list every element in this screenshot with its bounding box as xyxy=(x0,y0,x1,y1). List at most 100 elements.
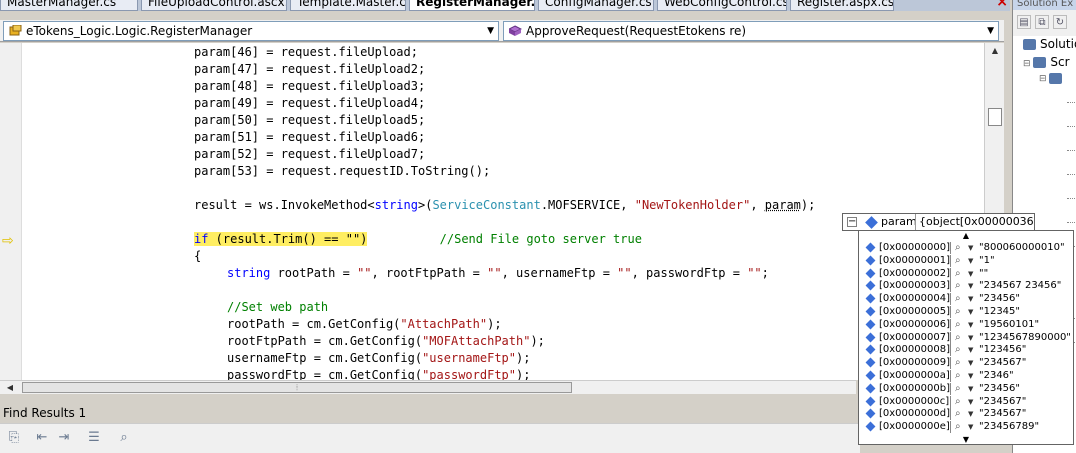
datatip-row[interactable]: [0x00000000] ⌕ ▼ "800060000010" xyxy=(859,242,1073,254)
clear-results-icon[interactable]: ☰ xyxy=(86,430,102,446)
code-area[interactable]: param[46] = request.fileUpload; param[47… xyxy=(23,43,983,380)
scroll-thumb[interactable]: ⦙ xyxy=(22,382,572,393)
properties-icon[interactable]: ▤ xyxy=(1017,15,1031,29)
field-icon xyxy=(865,332,876,343)
visualizer-dropdown-icon[interactable]: ▼ xyxy=(968,319,973,331)
datatip-row[interactable]: [0x0000000a] ⌕ ▼ "2346" xyxy=(859,370,1073,382)
visualizer-magnifier-icon[interactable]: ⌕ xyxy=(955,268,961,280)
solution-toolbar: ▤ ⧉ ↻ xyxy=(1013,10,1076,36)
tab-registermanager[interactable]: RegisterManager.cs* xyxy=(409,0,535,11)
scroll-up-icon[interactable]: ▲ xyxy=(987,43,1003,59)
tab-webconfigcontrol[interactable]: WebConfigControl.cs xyxy=(657,0,787,11)
tab-register-aspx[interactable]: Register.aspx.cs xyxy=(790,0,894,11)
scroll-left-icon[interactable]: ◀ xyxy=(2,380,18,396)
datatip-row[interactable]: [0x00000009] ⌕ ▼ "234567" xyxy=(859,357,1073,370)
datatip-row[interactable]: [0x00000003] ⌕ ▼ "234567 23456" xyxy=(859,280,1073,293)
visualizer-dropdown-icon[interactable]: ▼ xyxy=(968,421,973,433)
highlighted-statement: if (result.Trim() == "") xyxy=(194,232,368,246)
show-all-files-icon[interactable]: ⧉ xyxy=(1035,15,1049,29)
visualizer-magnifier-icon[interactable]: ⌕ xyxy=(955,383,961,395)
visualizer-magnifier-icon[interactable]: ⌕ xyxy=(955,396,961,408)
datatip-list[interactable]: ▲ [0x00000000] ⌕ ▼ "800060000010" [0x0000000… xyxy=(858,230,1074,445)
close-tab-icon[interactable]: × xyxy=(996,0,1008,10)
datatip-row[interactable]: [0x00000002] ⌕ ▼ "" xyxy=(859,267,1073,280)
project-node[interactable]: ⊟ Scr xyxy=(1023,55,1070,69)
visualizer-magnifier-icon[interactable]: ⌕ xyxy=(955,370,961,382)
find-binoculars-icon[interactable]: ⌕ xyxy=(116,430,132,446)
field-icon xyxy=(865,344,876,355)
visualizer-magnifier-icon[interactable]: ⌕ xyxy=(955,421,961,433)
visualizer-dropdown-icon[interactable]: ▼ xyxy=(968,357,973,369)
member-dropdown[interactable]: ApproveRequest(RequestEtokens re) ▼ xyxy=(503,21,999,41)
visualizer-dropdown-icon[interactable]: ▼ xyxy=(968,332,973,344)
datatip-row[interactable]: [0x00000004] ⌕ ▼ "23456" xyxy=(859,293,1073,306)
visualizer-magnifier-icon[interactable]: ⌕ xyxy=(955,319,961,331)
datatip-row[interactable]: [0x00000007] ⌕ ▼ "1234567890000" xyxy=(859,331,1073,344)
visualizer-magnifier-icon[interactable]: ⌕ xyxy=(955,306,961,318)
datatip-row[interactable]: [0x00000008] ⌕ ▼ "123456" xyxy=(859,344,1073,357)
datatip-row[interactable]: [0x0000000b] ⌕ ▼ "23456" xyxy=(859,382,1073,395)
visualizer-dropdown-icon[interactable]: ▼ xyxy=(968,370,973,382)
scroll-down-icon[interactable]: ▼ xyxy=(859,435,1073,444)
visualizer-magnifier-icon[interactable]: ⌕ xyxy=(955,408,961,420)
chevron-down-icon: ▼ xyxy=(487,26,494,36)
visualizer-magnifier-icon[interactable]: ⌕ xyxy=(955,344,961,356)
datatip-row-value: "1" xyxy=(979,254,995,266)
tab-fileuploadcontrol[interactable]: FileUploadControl.ascx.cs xyxy=(141,0,287,11)
code-token: >( xyxy=(417,198,433,212)
class-dropdown[interactable]: eTokens_Logic.Logic.RegisterManager ▼ xyxy=(3,21,499,41)
visualizer-dropdown-icon[interactable]: ▼ xyxy=(968,255,973,267)
code-editor[interactable]: ⇨ param[46] = request.fileUpload; param[… xyxy=(0,43,1004,380)
tab-template-master[interactable]: Template.Master.cs xyxy=(290,0,406,11)
horizontal-scrollbar[interactable]: ◀ ⦙ xyxy=(0,380,856,394)
visualizer-dropdown-icon[interactable]: ▼ xyxy=(968,293,973,305)
column-divider xyxy=(950,344,951,357)
datatip-row-index: [0x0000000d] xyxy=(879,408,950,420)
refresh-icon[interactable]: ↻ xyxy=(1053,15,1067,29)
previous-result-icon[interactable]: ⇤ xyxy=(34,430,50,446)
visualizer-dropdown-icon[interactable]: ▼ xyxy=(968,344,973,356)
visualizer-magnifier-icon[interactable]: ⌕ xyxy=(955,293,961,305)
visualizer-magnifier-icon[interactable]: ⌕ xyxy=(955,332,961,344)
datatip-row[interactable]: [0x00000001] ⌕ ▼ "1" xyxy=(859,254,1073,267)
datatip-header[interactable]: − param {object[0x00000036]} xyxy=(842,213,1035,231)
visualizer-dropdown-icon[interactable]: ▼ xyxy=(968,383,973,395)
visualizer-magnifier-icon[interactable]: ⌕ xyxy=(955,255,961,267)
visualizer-dropdown-icon[interactable]: ▼ xyxy=(968,396,973,408)
tab-mastermanager[interactable]: MasterManager.cs xyxy=(0,0,138,11)
tree-expander-icon[interactable]: ⊟ xyxy=(1039,73,1066,84)
datatip-row[interactable]: [0x00000006] ⌕ ▼ "19560101" xyxy=(859,318,1073,331)
solution-node-label: Solutio xyxy=(1040,37,1076,51)
goto-location-icon[interactable]: ⎘ xyxy=(6,430,22,446)
hovered-param-token[interactable]: param xyxy=(765,198,801,212)
visualizer-dropdown-icon[interactable]: ▼ xyxy=(968,306,973,318)
visualizer-magnifier-icon[interactable]: ⌕ xyxy=(955,357,961,369)
column-divider xyxy=(950,382,951,395)
scroll-thumb[interactable] xyxy=(988,108,1002,126)
collapse-icon[interactable]: − xyxy=(847,217,857,227)
datatip-row-index: [0x00000007] xyxy=(879,331,950,343)
visualizer-magnifier-icon[interactable]: ⌕ xyxy=(955,242,961,254)
datatip-row-index: [0x0000000e] xyxy=(879,421,950,433)
datatip-row[interactable]: [0x0000000e] ⌕ ▼ "23456789" xyxy=(859,421,1073,434)
next-result-icon[interactable]: ⇥ xyxy=(56,430,72,446)
class-icon xyxy=(9,25,22,36)
visualizer-dropdown-icon[interactable]: ▼ xyxy=(968,408,973,420)
solution-node[interactable]: Solutio xyxy=(1023,37,1076,51)
code-line: param[48] = request.fileUpload3; xyxy=(194,79,426,93)
datatip-row[interactable]: [0x0000000d] ⌕ ▼ "234567" xyxy=(859,408,1073,421)
scroll-up-icon[interactable]: ▲ xyxy=(859,231,1073,241)
datatip-row[interactable]: [0x00000005] ⌕ ▼ "12345" xyxy=(859,306,1073,318)
field-icon xyxy=(865,293,876,304)
visualizer-dropdown-icon[interactable]: ▼ xyxy=(968,242,973,254)
column-divider xyxy=(950,306,951,318)
datatip-row-value: "23456" xyxy=(979,293,1021,305)
class-dropdown-label: eTokens_Logic.Logic.RegisterManager xyxy=(26,24,253,38)
tab-configmanager[interactable]: ConfigManager.cs xyxy=(538,0,654,11)
datatip-row[interactable]: [0x0000000c] ⌕ ▼ "234567" xyxy=(859,395,1073,408)
visualizer-dropdown-icon[interactable]: ▼ xyxy=(968,280,973,292)
visualizer-dropdown-icon[interactable]: ▼ xyxy=(968,268,973,280)
visualizer-magnifier-icon[interactable]: ⌕ xyxy=(955,280,961,292)
field-icon xyxy=(865,408,876,419)
code-comment: //Set web path xyxy=(227,300,329,314)
